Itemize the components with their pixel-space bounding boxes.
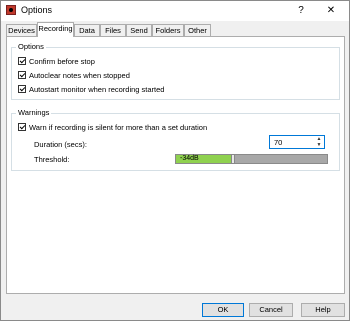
confirm-before-stop-checkbox[interactable]: Confirm before stop [18, 56, 95, 66]
threshold-value: -34dB [180, 155, 199, 162]
spin-down-icon[interactable]: ▼ [314, 142, 324, 148]
tab-files[interactable]: Files [100, 24, 126, 36]
checkbox-checked-icon [18, 85, 26, 93]
warnings-group-label: Warnings [16, 108, 52, 117]
options-group-label: Options [16, 42, 46, 51]
help-title-button[interactable]: ? [291, 3, 311, 19]
checkbox-label: Warn if recording is silent for more tha… [29, 122, 208, 132]
checkbox-checked-icon [18, 71, 26, 79]
recording-panel: Options Confirm before stop Autoclear no… [6, 36, 345, 294]
tab-other[interactable]: Other [184, 24, 211, 36]
tab-folders[interactable]: Folders [152, 24, 184, 36]
app-icon [6, 5, 16, 15]
checkbox-checked-icon [18, 123, 26, 131]
ok-button[interactable]: OK [202, 303, 244, 317]
checkbox-label: Confirm before stop [29, 56, 95, 66]
options-dialog: Options ? ✕ Devices Recording Data Files… [0, 0, 350, 321]
title-bar: Options ? ✕ [1, 1, 349, 21]
help-button[interactable]: Help [301, 303, 345, 317]
warn-silent-checkbox[interactable]: Warn if recording is silent for more tha… [18, 122, 207, 132]
tab-send[interactable]: Send [126, 24, 152, 36]
options-group: Options Confirm before stop Autoclear no… [11, 42, 340, 100]
slider-thumb-handle[interactable] [231, 154, 235, 164]
checkbox-label: Autoclear notes when stopped [29, 70, 130, 80]
duration-label: Duration (secs): [34, 140, 87, 149]
threshold-label: Threshold: [34, 155, 70, 164]
checkbox-checked-icon [18, 57, 26, 65]
autostart-monitor-checkbox[interactable]: Autostart monitor when recording started [18, 84, 164, 94]
tab-recording[interactable]: Recording [37, 22, 74, 37]
autoclear-notes-checkbox[interactable]: Autoclear notes when stopped [18, 70, 130, 80]
duration-spinbox[interactable]: 70 ▲ ▼ [269, 135, 325, 149]
threshold-slider[interactable]: -34dB [175, 154, 328, 164]
checkbox-label: Autostart monitor when recording started [29, 84, 165, 94]
tab-devices[interactable]: Devices [6, 24, 37, 36]
tab-data[interactable]: Data [74, 24, 100, 36]
cancel-button[interactable]: Cancel [249, 303, 293, 317]
close-button[interactable]: ✕ [319, 3, 343, 19]
window-title: Options [21, 5, 53, 15]
duration-value[interactable]: 70 [274, 138, 282, 147]
